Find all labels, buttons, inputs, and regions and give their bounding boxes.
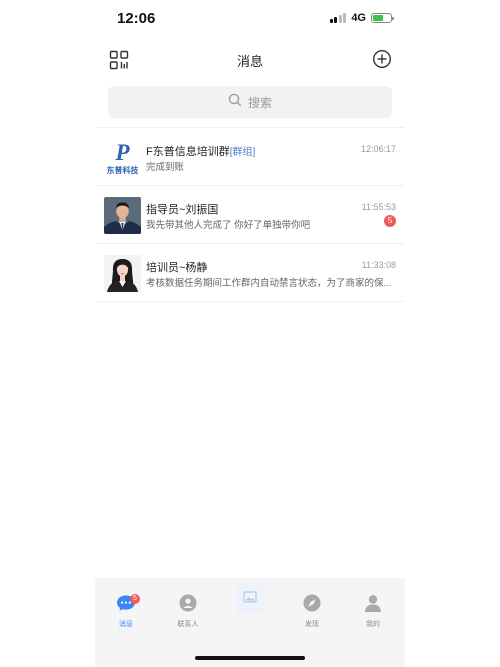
tab-label: 我的: [366, 621, 380, 628]
conversation-time: 12:06:17: [360, 144, 396, 154]
conversation-title: F东普信息培训群[群组]: [146, 143, 255, 159]
compass-icon: [302, 594, 322, 616]
page-title: 消息: [236, 54, 263, 69]
battery-icon: [371, 13, 394, 23]
add-icon[interactable]: [372, 49, 392, 69]
person-icon: [363, 595, 383, 616]
contacts-icon: [178, 594, 198, 616]
conversation-name: 培训员~杨静: [146, 262, 208, 274]
tab-messages[interactable]: 5 消息: [106, 594, 146, 629]
tab-label: 发现: [305, 621, 319, 628]
search-input[interactable]: 搜索: [108, 86, 392, 118]
network-type: 4G: [351, 12, 366, 24]
image-icon: [243, 590, 257, 608]
unread-badge: 5: [384, 215, 396, 227]
tab-label: 联系人: [177, 621, 199, 628]
conversation-name: 指导员~刘振国: [146, 204, 219, 216]
conversation-time: 11:33:08: [361, 260, 396, 270]
status-indicators: 4G: [329, 12, 394, 24]
conversation-name: F东普信息培训群: [146, 146, 230, 158]
conversation-item[interactable]: 培训员~杨静 11:33:08 考核数据任务期间工作群内自动禁言状态，为了商家的…: [97, 244, 404, 302]
conversation-time: 11:55:53: [361, 202, 396, 212]
status-time: 12:06: [117, 10, 156, 27]
tab-label: 消息: [119, 621, 133, 628]
conversation-preview: 我先带其他人完成了 你好了单独带你吧: [146, 220, 311, 231]
search-placeholder: 搜索: [247, 95, 272, 110]
user-avatar: [104, 197, 141, 234]
group-tag: [群组]: [229, 147, 256, 158]
conversation-preview: 考核数据任务期间工作群内自动禁言状态，为了商家的保...: [146, 278, 392, 289]
tab-discover[interactable]: 发现: [292, 594, 332, 629]
group-logo-avatar: P 东普科技: [104, 139, 141, 176]
search-icon: [228, 93, 242, 112]
home-indicator: [195, 656, 305, 660]
tab-contacts[interactable]: 联系人: [168, 594, 208, 629]
nav-bar: 消息: [95, 42, 405, 76]
conversation-preview: 完成到账: [146, 162, 185, 173]
signal-icon: [329, 13, 347, 23]
user-avatar: [104, 255, 141, 292]
logo-text: 东普科技: [107, 165, 140, 175]
tab-me[interactable]: 我的: [353, 594, 393, 629]
logo-letter: P: [114, 140, 130, 165]
tab-bar: 5 消息 联系人 发现 我的: [95, 578, 405, 667]
conversation-item[interactable]: 指导员~刘振国 11:55:53 我先带其他人完成了 你好了单独带你吧 5: [97, 186, 404, 244]
conversation-item[interactable]: P 东普科技 F东普信息培训群[群组] 12:06:17 完成到账: [97, 128, 404, 186]
tab-center[interactable]: [235, 584, 265, 614]
status-bar: 12:06 4G: [0, 0, 500, 36]
tab-badge: 5: [130, 594, 140, 604]
conversation-list: P 东普科技 F东普信息培训群[群组] 12:06:17 完成到账 指导员~刘振…: [97, 127, 404, 302]
